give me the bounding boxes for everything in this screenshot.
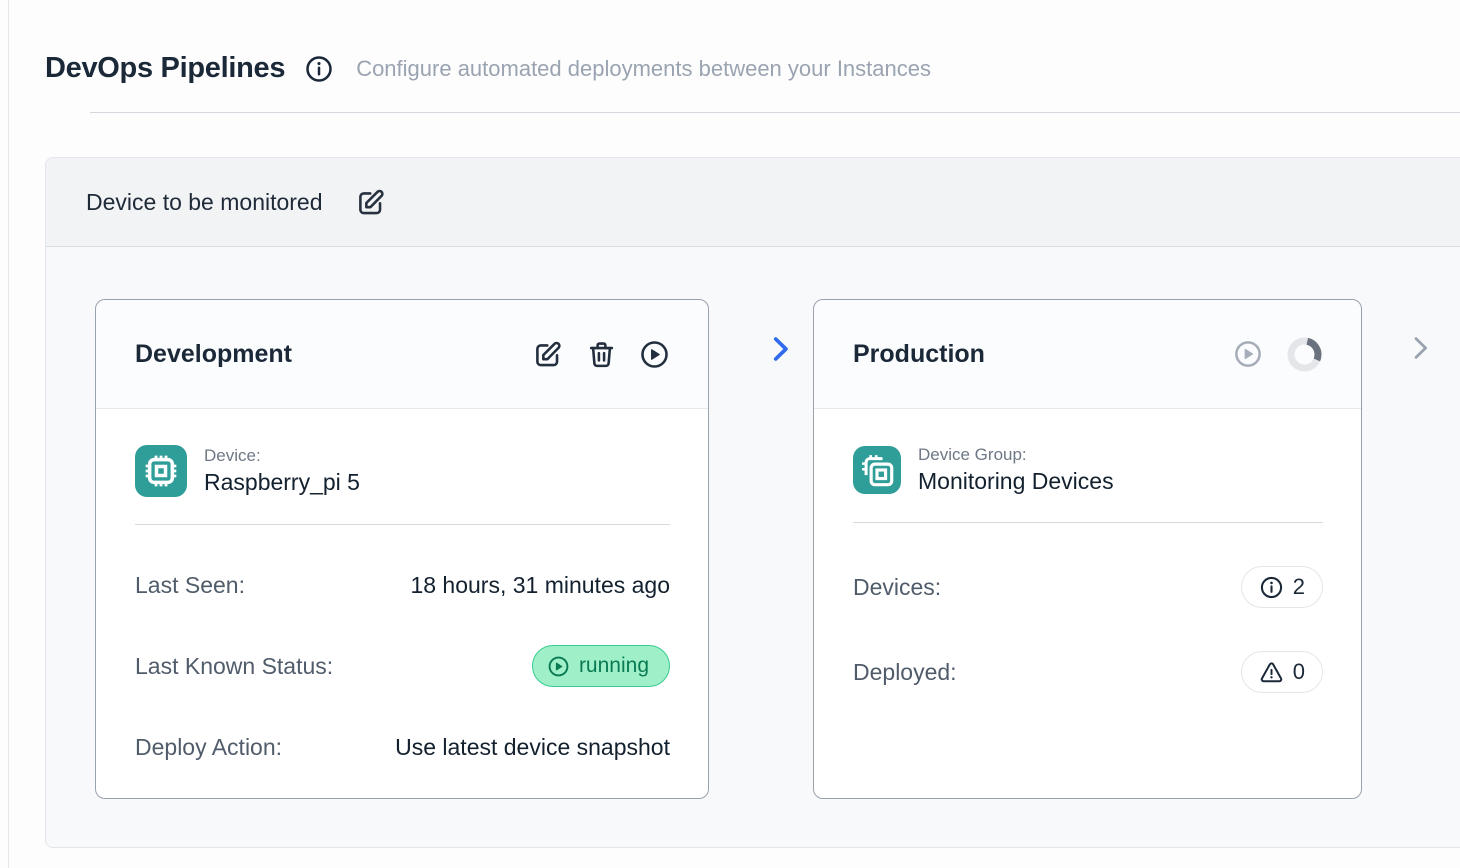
status-row: Last Known Status: running [135,645,670,687]
status-label: Last Known Status: [135,653,333,680]
deploy-action-label: Deploy Action: [135,734,282,761]
page-title: DevOps Pipelines [45,52,285,85]
production-title: Production [853,340,985,369]
play-icon[interactable] [639,339,670,370]
loading-spinner-icon [1286,336,1323,373]
deployed-label: Deployed: [853,659,957,686]
page-header: DevOps Pipelines Configure automated dep… [0,0,1460,113]
panel-header: Device to be monitored [46,158,1460,247]
chevron-right-icon[interactable] [763,332,797,366]
pipeline-panel: Device to be monitored Development [45,157,1460,848]
production-card-header: Production [814,300,1361,409]
devices-count-pill[interactable]: 2 [1241,566,1323,608]
status-badge-text: running [579,654,649,678]
info-icon[interactable] [304,54,334,84]
production-actions [1233,336,1323,373]
development-card: Development [95,299,709,799]
play-icon [547,655,570,678]
device-label: Device: [204,446,360,466]
header-divider [90,112,1460,113]
devices-count: 2 [1293,574,1305,600]
last-seen-value: 18 hours, 31 minutes ago [410,572,670,599]
device-group-label: Device Group: [918,445,1114,465]
deploy-action-value: Use latest device snapshot [395,734,670,761]
warning-triangle-icon [1259,660,1284,685]
devices-row: Devices: 2 [853,566,1323,608]
device-row: Device: Raspberry_pi 5 [135,445,670,497]
deployed-count: 0 [1293,659,1305,685]
development-actions [533,339,670,370]
edit-icon[interactable] [356,187,387,218]
trash-icon[interactable] [586,339,617,370]
page-subtitle: Configure automated deployments between … [356,56,931,82]
status-badge: running [532,645,670,687]
production-card: Production [813,299,1362,799]
device-group-name: Monitoring Devices [918,468,1114,495]
development-card-header: Development [96,300,708,409]
edit-icon[interactable] [533,339,564,370]
cpu-chip-group-icon [853,446,901,494]
panel-body: Development [46,247,1460,847]
card-divider [135,524,670,525]
last-seen-row: Last Seen: 18 hours, 31 minutes ago [135,568,670,602]
devices-label: Devices: [853,574,941,601]
device-name: Raspberry_pi 5 [204,469,360,496]
device-group-row: Device Group: Monitoring Devices [853,445,1323,495]
play-icon[interactable] [1233,339,1264,370]
chevron-right-icon[interactable] [1404,332,1436,364]
last-seen-label: Last Seen: [135,572,245,599]
deploy-action-row: Deploy Action: Use latest device snapsho… [135,730,670,764]
panel-title: Device to be monitored [86,189,323,216]
development-title: Development [135,340,292,369]
cpu-chip-icon [135,445,187,497]
card-divider [853,522,1323,523]
deployed-count-pill[interactable]: 0 [1241,651,1323,693]
info-icon [1259,575,1284,600]
deployed-row: Deployed: 0 [853,651,1323,693]
left-border-rule [8,0,9,868]
